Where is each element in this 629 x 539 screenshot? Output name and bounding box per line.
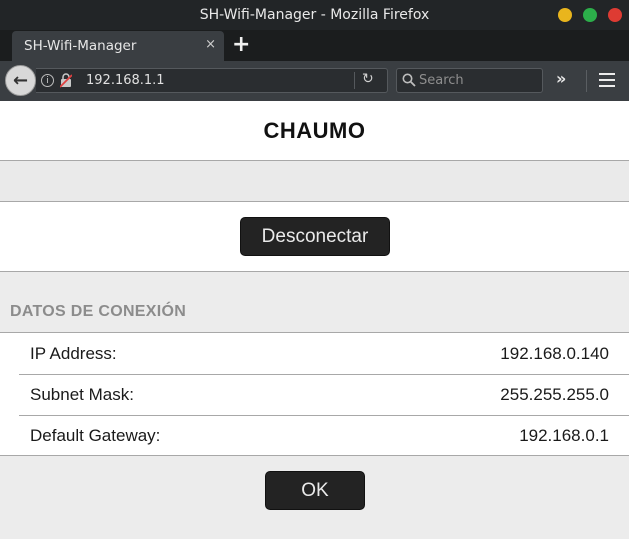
disconnect-section: Desconectar <box>0 202 629 272</box>
ip-address-label: IP Address: <box>30 343 117 363</box>
tab-label: SH-Wifi-Manager <box>24 38 137 54</box>
search-input[interactable] <box>419 71 537 90</box>
ok-button[interactable]: OK <box>265 471 365 510</box>
page-content: CHAUMO Desconectar DATOS DE CONEXIÓN IP … <box>0 101 629 539</box>
tab-sh-wifi-manager[interactable]: SH-Wifi-Manager × <box>12 31 224 61</box>
disconnect-button[interactable]: Desconectar <box>240 217 390 256</box>
subnet-mask-label: Subnet Mask: <box>30 385 134 404</box>
search-icon <box>402 73 416 87</box>
close-window-button[interactable] <box>608 8 622 22</box>
connection-info-list: IP Address: 192.168.0.140 Subnet Mask: 2… <box>0 332 629 456</box>
minimize-button[interactable] <box>558 8 572 22</box>
url-bar[interactable]: i 192.168.1.1 ↻ <box>36 68 388 93</box>
navigation-toolbar: ← i 192.168.1.1 ↻ » <box>0 61 629 101</box>
maximize-button[interactable] <box>583 8 597 22</box>
default-gateway-label: Default Gateway: <box>30 426 161 445</box>
url-divider <box>354 72 355 89</box>
tab-strip: SH-Wifi-Manager × <box>0 30 629 61</box>
list-item-default-gateway: Default Gateway: 192.168.0.1 <box>19 415 629 456</box>
window-titlebar: SH-Wifi-Manager - Mozilla Firefox <box>0 0 629 30</box>
insecure-connection-icon[interactable] <box>60 73 72 88</box>
toolbar-divider <box>586 70 587 92</box>
window-title: SH-Wifi-Manager - Mozilla Firefox <box>199 7 430 23</box>
info-icon[interactable]: i <box>41 74 54 87</box>
section-title: DATOS DE CONEXIÓN <box>10 303 187 320</box>
back-icon: ← <box>12 70 29 91</box>
page-title: CHAUMO <box>263 117 366 143</box>
reload-icon[interactable]: ↻ <box>362 71 374 87</box>
overflow-icon[interactable]: » <box>556 69 566 88</box>
empty-section <box>0 161 629 202</box>
close-icon[interactable]: × <box>205 37 216 52</box>
plus-icon[interactable]: + <box>232 34 250 56</box>
list-item-subnet-mask: Subnet Mask: 255.255.255.0 <box>19 374 629 415</box>
ip-address-value: 192.168.0.140 <box>500 343 609 363</box>
search-bar[interactable] <box>396 68 543 93</box>
back-button[interactable]: ← <box>5 65 36 96</box>
page-header: CHAUMO <box>0 101 629 161</box>
hamburger-menu-icon[interactable] <box>599 73 615 87</box>
subnet-mask-value: 255.255.255.0 <box>500 385 609 404</box>
list-item-ip-address: IP Address: 192.168.0.140 <box>19 333 629 374</box>
default-gateway-value: 192.168.0.1 <box>519 426 609 445</box>
url-text[interactable]: 192.168.1.1 <box>86 73 165 88</box>
